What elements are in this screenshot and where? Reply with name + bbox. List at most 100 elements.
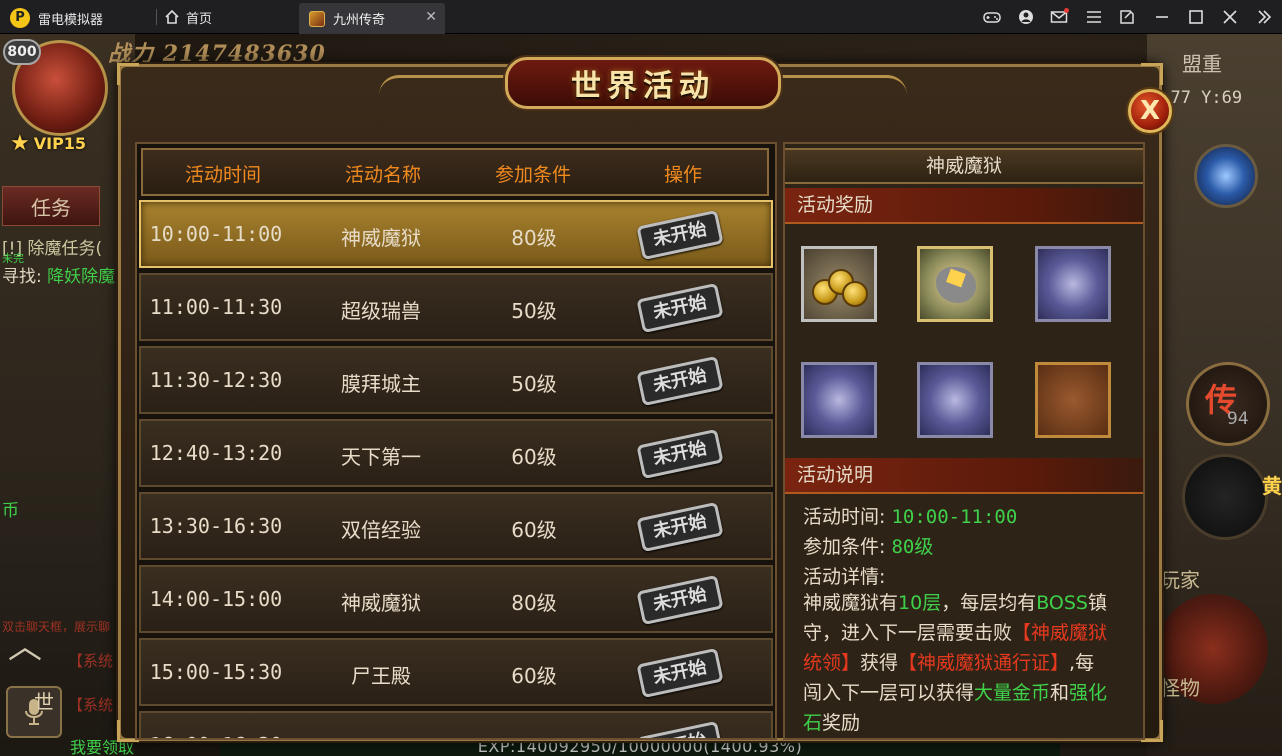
gamepad-icon[interactable]	[981, 7, 1003, 27]
target-player-button[interactable]: 玩家	[1160, 564, 1200, 593]
home-tab[interactable]: 首页	[164, 7, 212, 27]
sidebar-toggle-icon[interactable]	[1253, 7, 1275, 27]
game-tab[interactable]: 九州传奇 ✕	[299, 3, 445, 34]
emulator-titlebar: P 雷电模拟器 首页 九州传奇 ✕	[0, 0, 1282, 34]
mail-icon[interactable]	[1048, 7, 1070, 27]
reward-orb-icon[interactable]	[1035, 246, 1111, 322]
event-row-name: 神威魔狱	[341, 591, 421, 615]
header-action: 操作	[663, 164, 702, 186]
event-row-level: 60级	[459, 733, 609, 738]
left-edge-text: 币	[2, 501, 19, 521]
panel-corner-ornament	[117, 63, 139, 85]
event-row-name: 双倍经验	[341, 518, 421, 542]
detail-time-label: 活动时间:	[803, 506, 892, 528]
event-row[interactable]: 15:00-15:30 尸王殿 60级 未开始	[139, 638, 773, 706]
teleport-skill-button[interactable]: 传 94	[1186, 362, 1270, 446]
header-time: 活动时间	[184, 164, 261, 186]
event-row-status-stamp[interactable]: 未开始	[636, 209, 724, 261]
desc-highlight: 10层	[898, 592, 942, 614]
maximize-icon[interactable]	[1185, 7, 1207, 27]
reward-chest-icon[interactable]	[1035, 362, 1111, 438]
event-row-time: 11:00-11:30	[149, 295, 283, 319]
desc-text: 和	[1050, 682, 1070, 704]
event-row-level: 50级	[511, 372, 557, 396]
event-row[interactable]: 11:30-12:30 膜拜城主 50级 未开始	[139, 346, 773, 414]
titlebar-divider	[156, 9, 157, 25]
emulator-app-name: 雷电模拟器	[38, 13, 104, 28]
event-row[interactable]: 13:30-16:30 双倍经验 60级 未开始	[139, 492, 773, 560]
task-status: 未完	[2, 250, 24, 266]
coin-shape	[842, 281, 868, 307]
description-header: 活动说明	[785, 458, 1143, 494]
target-monster-button[interactable]: 怪物	[1160, 672, 1200, 701]
event-row-status-stamp[interactable]: 未开始	[636, 647, 724, 699]
task-find-target: 降妖除魔	[47, 267, 116, 287]
event-row-level: 60级	[511, 664, 557, 688]
close-window-icon[interactable]	[1219, 7, 1241, 27]
world-channel-button[interactable]: 世	[34, 686, 68, 720]
account-icon[interactable]	[1015, 7, 1037, 27]
chat-system-line-1: 【系统	[68, 652, 114, 670]
event-row[interactable]: 10:00-11:00 神威魔狱 80级 未开始	[139, 200, 773, 268]
event-row-status-stamp[interactable]: 未开始	[636, 355, 724, 407]
event-row-name: 全民挑战	[306, 733, 456, 738]
detail-condition-label: 参加条件:	[803, 536, 892, 558]
event-row-name: 天下第一	[341, 445, 421, 469]
close-tab-icon[interactable]: ✕	[425, 9, 437, 25]
event-row-level: 80级	[511, 591, 557, 615]
menu-icon[interactable]	[1083, 7, 1105, 27]
reward-orb-icon[interactable]	[917, 362, 993, 438]
chat-expand-icon[interactable]: ︿	[8, 630, 64, 664]
event-row-status-stamp[interactable]: 未开始	[636, 428, 724, 480]
player-level-badge: 800	[3, 39, 41, 65]
event-row[interactable]: 16:00-16:30 全民挑战60级 未开始	[139, 711, 773, 738]
event-row[interactable]: 11:00-11:30 超级瑞兽 50级 未开始	[139, 273, 773, 341]
event-row-status-stamp[interactable]: 未开始	[636, 574, 724, 626]
title-ornament-left	[379, 75, 509, 95]
reward-ore-icon[interactable]	[917, 246, 993, 322]
minimize-icon[interactable]	[1151, 7, 1173, 27]
detail-details-label: 活动详情:	[803, 566, 886, 588]
event-row-time: 14:00-15:00	[149, 587, 283, 611]
event-row-status-stamp[interactable]: 未开始	[636, 720, 724, 738]
emulator-logo-icon: P	[10, 8, 30, 28]
event-list[interactable]: 活动时间 活动名称 参加条件 操作 10:00-11:00 神威魔狱 80级 未开始 1…	[135, 142, 777, 740]
desc-highlight: BOSS	[1036, 592, 1088, 614]
event-row-time: 11:30-12:30	[149, 368, 283, 392]
event-row-status-stamp[interactable]: 未开始	[636, 282, 724, 334]
skill-slot-button[interactable]	[1182, 454, 1268, 540]
event-list-header: 活动时间 活动名称 参加条件 操作	[141, 148, 769, 196]
game-tab-label: 九州传奇	[333, 13, 386, 28]
event-row[interactable]: 12:40-13:20 天下第一 60级 未开始	[139, 419, 773, 487]
home-tab-label: 首页	[186, 11, 213, 27]
task-quest-title: 除魔任务(	[27, 239, 103, 259]
chat-system-line-2: 【系统	[68, 696, 114, 714]
header-name: 活动名称	[344, 164, 421, 186]
detail-time-line: 活动时间: 10:00-11:00	[803, 502, 1017, 529]
panel-title-plate: 世界活动	[505, 57, 781, 109]
reward-orb-icon[interactable]	[801, 362, 877, 438]
event-row[interactable]: 14:00-15:00 神威魔狱 80级 未开始	[139, 565, 773, 633]
event-row-name: 超级瑞兽	[341, 299, 421, 323]
task-status-text: 未完	[2, 252, 24, 265]
reward-coins-icon[interactable]	[801, 246, 877, 322]
home-icon	[165, 9, 179, 24]
desc-text: ，每层均有	[941, 592, 1037, 614]
teleport-skill-count: 94	[1227, 409, 1249, 429]
desc-highlight: 大量金币	[974, 682, 1051, 704]
event-row-name: 膜拜城主	[341, 372, 421, 396]
mail-notification-dot	[1064, 8, 1069, 13]
rewards-header: 活动奖励	[785, 188, 1143, 224]
panel-close-button[interactable]: X	[1128, 89, 1172, 133]
desc-text: 获得	[860, 652, 899, 674]
screenshot-icon[interactable]	[1116, 7, 1138, 27]
event-row-status-stamp[interactable]: 未开始	[636, 501, 724, 553]
map-name: 盟重	[1182, 52, 1222, 76]
title-ornament-right	[777, 75, 907, 95]
task-tab[interactable]: 任务	[2, 186, 100, 226]
game-viewport: 800 ★ VIP15 战力 2147483630 任务 [!] 除魔任务( 寻…	[0, 34, 1282, 756]
world-events-panel: 世界活动 X 活动时间 活动名称 参加条件 操作 10:00-11:00 神威魔狱…	[117, 57, 1172, 742]
event-row-time: 10:00-11:00	[149, 222, 283, 246]
vip-badge[interactable]: ★ VIP15	[10, 130, 86, 156]
minimap-orb[interactable]	[1194, 144, 1258, 208]
